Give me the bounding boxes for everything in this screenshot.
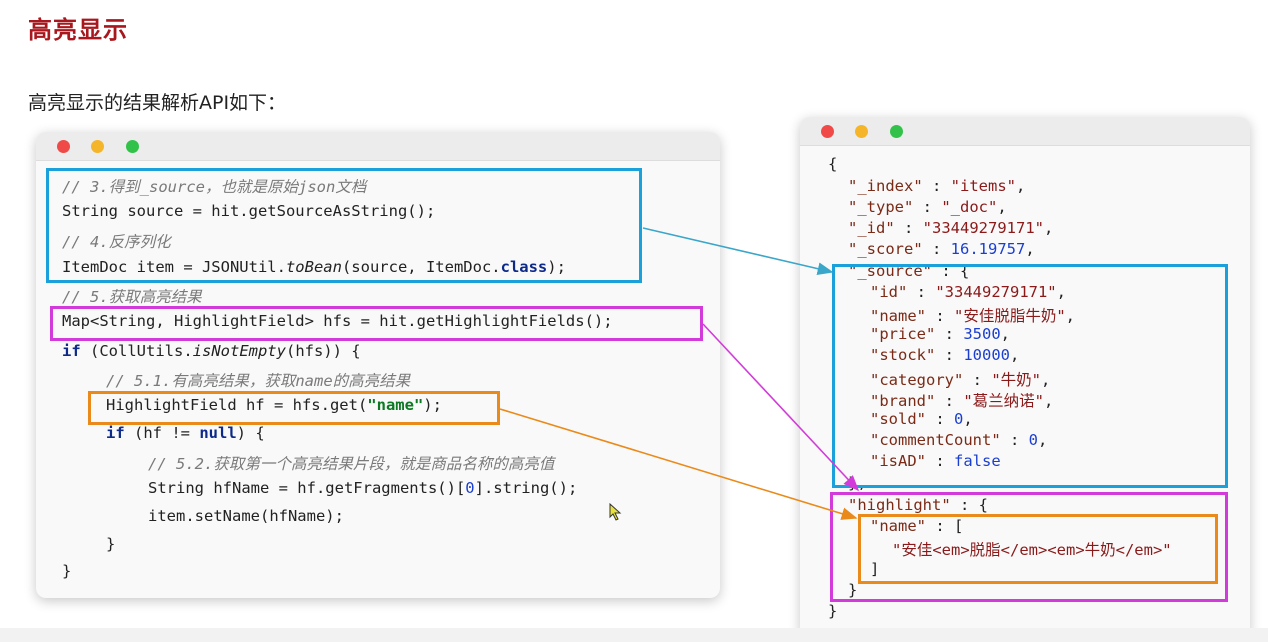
- close-dot-icon[interactable]: [57, 140, 70, 153]
- window-titlebar: [800, 117, 1250, 146]
- code-line: if (CollUtils.isNotEmpty(hfs)) {: [62, 342, 361, 360]
- json-line: "_score" : 16.19757,: [848, 240, 1035, 258]
- minimize-dot-icon[interactable]: [91, 140, 104, 153]
- code-line: }: [62, 562, 72, 580]
- page-subtitle: 高亮显示的结果解析API如下：: [28, 92, 287, 114]
- window-titlebar: [36, 132, 720, 161]
- mouse-cursor-icon: [609, 503, 622, 521]
- get-highlight-fields-box: [50, 306, 703, 341]
- page-title: 高亮显示: [28, 16, 128, 44]
- source-parse-highlight-box: [46, 168, 642, 283]
- minimize-dot-icon[interactable]: [855, 125, 868, 138]
- json-line: "_id" : "33449279171",: [848, 219, 1054, 237]
- maximize-dot-icon[interactable]: [126, 140, 139, 153]
- highlight-name-json-box: [858, 514, 1218, 584]
- code-line: item.setName(hfName);: [148, 507, 344, 525]
- json-line: }: [828, 602, 838, 620]
- json-line: {: [828, 155, 838, 173]
- get-name-field-box: [88, 391, 500, 425]
- code-line: String hfName = hf.getFragments()[0].str…: [148, 479, 578, 497]
- code-line: }: [106, 535, 116, 553]
- code-comment: // 5.1.有高亮结果，获取name的高亮结果: [106, 372, 411, 390]
- source-json-highlight-box: [832, 264, 1228, 488]
- bottom-strip: [0, 628, 1268, 642]
- code-comment: // 5.获取高亮结果: [62, 288, 202, 306]
- code-comment: // 5.2.获取第一个高亮结果片段，就是商品名称的高亮值: [148, 455, 555, 473]
- code-line: if (hf != null) {: [106, 424, 265, 442]
- json-line: "_index" : "items",: [848, 177, 1026, 195]
- json-code: { "_index" : "items", "_type" : "_doc", …: [0, 0, 1172, 620]
- maximize-dot-icon[interactable]: [890, 125, 903, 138]
- json-line: "_type" : "_doc",: [848, 198, 1007, 216]
- close-dot-icon[interactable]: [821, 125, 834, 138]
